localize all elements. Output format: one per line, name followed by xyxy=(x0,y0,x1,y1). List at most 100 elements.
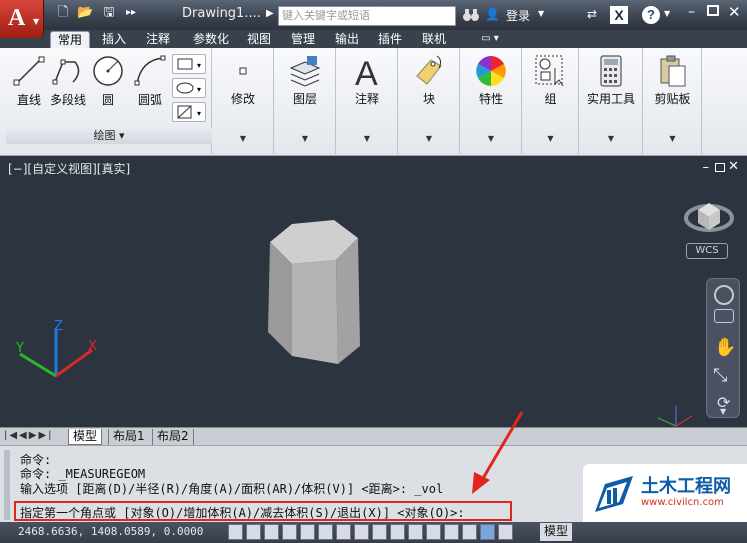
block-panel[interactable]: 块 ▼ xyxy=(399,48,460,154)
annotation-monitor-toggle[interactable] xyxy=(480,524,495,540)
title-arrow-icon[interactable]: ▶ xyxy=(266,8,274,19)
infer-constraints-toggle[interactable] xyxy=(228,524,243,540)
viewport-minimize-button[interactable]: – xyxy=(703,160,710,175)
watermark-url: www.civilcn.com xyxy=(641,497,724,508)
ellipse-button[interactable]: ▾ xyxy=(172,78,206,98)
coordinates-readout[interactable]: 2468.6636, 1408.0589, 0.0000 xyxy=(18,525,203,538)
tab-parametric[interactable]: 参数化 xyxy=(185,31,237,48)
maximize-button[interactable] xyxy=(707,5,719,16)
steering-wheel-icon[interactable] xyxy=(714,285,734,305)
snap-toggle[interactable] xyxy=(246,524,261,540)
layers-dropdown-icon[interactable]: ▼ xyxy=(275,134,335,143)
modify-dropdown-icon[interactable]: ▼ xyxy=(213,134,273,143)
more-tools-icon[interactable]: ▸▸ xyxy=(123,6,139,20)
color-wheel-icon xyxy=(476,56,506,86)
tab-annotate[interactable]: 注释 xyxy=(140,31,176,48)
command-prompt-input[interactable]: 指定第一个角点或 [对象(O)/增加体积(A)/减去体积(S)/退出(X)] <… xyxy=(20,504,465,521)
save-icon[interactable]: 🖫 xyxy=(101,6,117,20)
osnap-toggle[interactable] xyxy=(318,524,333,540)
login-button[interactable]: 登录 xyxy=(506,7,530,24)
viewport-close-button[interactable]: ✕ xyxy=(728,159,739,174)
tab-insert[interactable]: 插入 xyxy=(96,31,132,48)
application-menu-button[interactable]: A ▼ xyxy=(0,0,44,38)
clipboard-panel[interactable]: 剪贴板 ▼ xyxy=(644,48,702,154)
command-window-grip[interactable] xyxy=(4,450,10,520)
draw-panel-footer[interactable]: 绘图 ▾ xyxy=(6,128,212,144)
group-dropdown-icon[interactable]: ▼ xyxy=(523,134,578,143)
exchange-icon[interactable]: ⇄ xyxy=(587,7,605,23)
search-input[interactable]: 键入关键字或短语 xyxy=(278,6,456,26)
tab-layout1[interactable]: 布局1 xyxy=(108,429,149,445)
quick-properties-toggle[interactable] xyxy=(444,524,459,540)
model-space-button[interactable]: 模型 xyxy=(540,523,572,541)
login-dropdown-icon[interactable]: ▼ xyxy=(538,9,544,18)
help-dropdown-icon[interactable]: ▼ xyxy=(664,9,670,18)
modify-panel[interactable]: 修改 ▼ xyxy=(213,48,274,154)
ducs-toggle[interactable] xyxy=(372,524,387,540)
drawing-viewport[interactable]: [−][自定义视图][真实] – ✕ Z Y X WCS xyxy=(0,156,747,427)
watermark-title: 土木工程网 xyxy=(641,476,731,497)
tab-home[interactable]: 常用 xyxy=(50,31,90,48)
tab-view[interactable]: 视图 xyxy=(243,31,275,48)
tab-plugins[interactable]: 插件 xyxy=(372,31,408,48)
tab-manage[interactable]: 管理 xyxy=(285,31,321,48)
panel-toggle-button[interactable]: ▭ ▾ xyxy=(474,31,506,48)
block-icon xyxy=(416,55,442,85)
title-bar: A ▼ 🗋 📂 🖫 ▸▸ Drawing1.... ▶ 键入关键字或短语 👤 登… xyxy=(0,0,747,38)
tab-output[interactable]: 输出 xyxy=(329,31,365,48)
minimize-button[interactable]: – xyxy=(688,4,695,20)
new-file-icon[interactable]: 🗋 xyxy=(55,6,71,20)
utilities-dropdown-icon[interactable]: ▼ xyxy=(580,134,642,143)
zoom-icon[interactable]: ⤡ xyxy=(713,365,727,386)
properties-dropdown-icon[interactable]: ▼ xyxy=(461,134,521,143)
chevron-down-icon: ▼ xyxy=(33,17,40,26)
properties-panel[interactable]: 特性 ▼ xyxy=(461,48,522,154)
annotation-panel[interactable]: A 注释 ▼ xyxy=(337,48,398,154)
block-dropdown-icon[interactable]: ▼ xyxy=(399,134,459,143)
nav-dropdown-icon[interactable]: ▼ xyxy=(720,407,726,416)
binoculars-icon[interactable] xyxy=(462,7,480,23)
hexagonal-prism xyxy=(268,220,360,364)
rectangle-button[interactable]: ▾ xyxy=(172,54,206,74)
dyn-toggle[interactable] xyxy=(390,524,405,540)
polyline-tool[interactable]: 多段线 xyxy=(46,54,90,108)
3d-osnap-toggle[interactable] xyxy=(336,524,351,540)
tab-online[interactable]: 联机 xyxy=(416,31,452,48)
pan-hand-icon[interactable]: ✋ xyxy=(714,337,736,358)
y-axis-label: Y xyxy=(15,341,24,356)
otrack-toggle[interactable] xyxy=(354,524,369,540)
viewport-restore-button[interactable] xyxy=(715,163,725,172)
hatch-button[interactable]: ▾ xyxy=(172,102,206,122)
grid-toggle[interactable] xyxy=(264,524,279,540)
group-panel[interactable]: 组 ▼ xyxy=(523,48,579,154)
utilities-panel[interactable]: 实用工具 ▼ xyxy=(580,48,643,154)
layers-panel[interactable]: 图层 ▼ xyxy=(275,48,336,154)
ortho-toggle[interactable] xyxy=(282,524,297,540)
circle-tool[interactable]: 圆 xyxy=(90,54,126,108)
layout-nav-arrows[interactable]: |◀◀▶▶| xyxy=(4,430,54,441)
lineweight-toggle[interactable] xyxy=(408,524,423,540)
clipboard-dropdown-icon[interactable]: ▼ xyxy=(644,134,701,143)
close-button[interactable]: ✕ xyxy=(728,3,741,21)
arc-tool[interactable]: 圆弧 xyxy=(130,54,170,108)
clipboard-icon xyxy=(660,55,685,87)
showmotion-icon[interactable] xyxy=(714,309,734,323)
open-folder-icon[interactable]: 📂 xyxy=(77,6,93,20)
exchange-x-icon[interactable]: X xyxy=(610,6,628,24)
line-tool[interactable]: 直线 xyxy=(10,54,48,108)
selection-cycling-toggle[interactable] xyxy=(462,524,477,540)
viewport-controls-label[interactable]: [−][自定义视图][真实] xyxy=(8,160,130,177)
layers-label: 图层 xyxy=(292,92,317,106)
wcs-menu-button[interactable]: WCS xyxy=(686,243,728,259)
svg-text:▾: ▾ xyxy=(197,61,201,70)
tab-layout2[interactable]: 布局2 xyxy=(152,429,194,445)
annotation-arrow xyxy=(472,411,524,494)
viewcube[interactable] xyxy=(684,194,734,234)
tab-model[interactable]: 模型 xyxy=(68,429,103,445)
polar-toggle[interactable] xyxy=(300,524,315,540)
help-icon[interactable]: ? xyxy=(642,6,660,24)
transparency-toggle[interactable] xyxy=(426,524,441,540)
annotation-dropdown-icon[interactable]: ▼ xyxy=(337,134,397,143)
workspace-toggle[interactable] xyxy=(498,524,513,540)
layout-tab-bar: |◀◀▶▶| 模型 布局1 布局2 xyxy=(0,427,747,445)
